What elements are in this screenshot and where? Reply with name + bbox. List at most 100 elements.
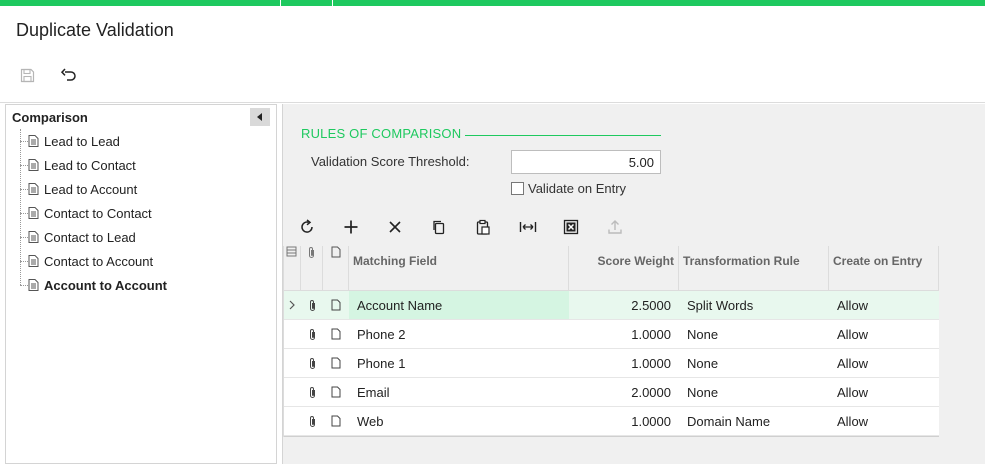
add-icon bbox=[344, 220, 358, 234]
create-on-entry-cell[interactable]: Allow bbox=[829, 320, 939, 348]
matching-field-cell[interactable]: Phone 2 bbox=[349, 320, 569, 348]
validate-on-entry-checkbox[interactable] bbox=[511, 182, 524, 195]
tree-item-label: Account to Account bbox=[44, 277, 168, 293]
matching-field-cell[interactable]: Account Name bbox=[349, 291, 569, 319]
column-header-score-weight[interactable]: Score Weight bbox=[569, 246, 679, 290]
score-weight-cell[interactable]: 2.5000 bbox=[569, 291, 679, 319]
copy-icon bbox=[433, 220, 445, 235]
transformation-rule-cell[interactable]: None bbox=[679, 378, 829, 406]
upload-button[interactable] bbox=[603, 216, 647, 238]
row-selector[interactable] bbox=[283, 349, 301, 377]
grid-body: Account Name 2.5000 Split Words Allow Phone … bbox=[283, 291, 939, 436]
row-note[interactable] bbox=[323, 407, 349, 435]
matching-field-cell[interactable]: Phone 1 bbox=[349, 349, 569, 377]
column-header-matching-field[interactable]: Matching Field bbox=[349, 246, 569, 290]
section-title-underline bbox=[465, 135, 661, 136]
tree-item[interactable]: Lead to Account bbox=[20, 177, 276, 201]
transformation-rule-cell[interactable]: Domain Name bbox=[679, 407, 829, 435]
score-weight-cell[interactable]: 1.0000 bbox=[569, 407, 679, 435]
grid-settings-icon bbox=[286, 246, 297, 257]
transformation-rule-cell[interactable]: None bbox=[679, 349, 829, 377]
row-selector[interactable] bbox=[283, 291, 301, 319]
row-note[interactable] bbox=[323, 349, 349, 377]
transformation-rule-cell[interactable]: Split Words bbox=[679, 291, 829, 319]
tree-connector bbox=[20, 141, 28, 142]
export-excel-button[interactable] bbox=[559, 216, 603, 238]
top-accent-bar bbox=[0, 0, 985, 6]
row-note[interactable] bbox=[323, 378, 349, 406]
score-weight-cell[interactable]: 1.0000 bbox=[569, 320, 679, 348]
column-header-transformation-rule[interactable]: Transformation Rule bbox=[679, 246, 829, 290]
table-row[interactable]: Phone 1 1.0000 None Allow bbox=[283, 349, 939, 378]
section-title: RULES OF COMPARISON bbox=[301, 126, 462, 141]
row-note[interactable] bbox=[323, 320, 349, 348]
tree-item-label: Lead to Contact bbox=[44, 157, 136, 173]
chevron-right-icon bbox=[289, 300, 295, 310]
copy-button[interactable] bbox=[427, 216, 471, 238]
column-header-row-selector[interactable] bbox=[283, 246, 301, 290]
undo-button[interactable] bbox=[58, 64, 80, 86]
table-row[interactable]: Phone 2 1.0000 None Allow bbox=[283, 320, 939, 349]
tree-item[interactable]: Lead to Lead bbox=[20, 129, 276, 153]
threshold-input[interactable] bbox=[511, 150, 661, 174]
row-selector[interactable] bbox=[283, 320, 301, 348]
create-on-entry-cell[interactable]: Allow bbox=[829, 407, 939, 435]
document-icon bbox=[28, 135, 39, 147]
tree-items: Lead to Lead Lead to Contact Lead to Accou… bbox=[6, 129, 276, 297]
row-attachment[interactable] bbox=[301, 291, 323, 319]
collapse-panel-button[interactable] bbox=[250, 108, 270, 126]
create-on-entry-cell[interactable]: Allow bbox=[829, 349, 939, 377]
grid-left-border bbox=[283, 246, 284, 437]
score-weight-cell[interactable]: 1.0000 bbox=[569, 349, 679, 377]
tree-item-label: Lead to Account bbox=[44, 181, 138, 197]
row-note[interactable] bbox=[323, 291, 349, 319]
paperclip-icon bbox=[309, 247, 314, 258]
tree-connector bbox=[20, 285, 28, 286]
create-on-entry-cell[interactable]: Allow bbox=[829, 378, 939, 406]
column-header-notes[interactable] bbox=[323, 246, 349, 290]
paperclip-icon bbox=[309, 415, 315, 427]
header-divider bbox=[0, 102, 985, 103]
paperclip-icon bbox=[309, 386, 315, 398]
row-selector[interactable] bbox=[283, 378, 301, 406]
row-attachment[interactable] bbox=[301, 378, 323, 406]
refresh-button[interactable] bbox=[295, 216, 339, 238]
document-icon bbox=[28, 183, 39, 195]
document-icon bbox=[28, 159, 39, 171]
row-attachment[interactable] bbox=[301, 407, 323, 435]
save-icon bbox=[20, 68, 34, 82]
table-row[interactable]: Email 2.0000 None Allow bbox=[283, 378, 939, 407]
paste-icon bbox=[476, 219, 490, 235]
column-header-attachments[interactable] bbox=[301, 246, 323, 290]
tree-item[interactable]: Contact to Lead bbox=[20, 225, 276, 249]
tree-item[interactable]: Lead to Contact bbox=[20, 153, 276, 177]
note-icon bbox=[331, 357, 341, 369]
matching-field-cell[interactable]: Email bbox=[349, 378, 569, 406]
refresh-icon bbox=[301, 219, 313, 233]
column-header-create-on-entry[interactable]: Create on Entry bbox=[829, 246, 939, 290]
row-selector[interactable] bbox=[283, 407, 301, 435]
page-title: Duplicate Validation bbox=[16, 20, 174, 40]
table-row[interactable]: Web 1.0000 Domain Name Allow bbox=[283, 407, 939, 436]
create-on-entry-cell[interactable]: Allow bbox=[829, 291, 939, 319]
rules-panel: RULES OF COMPARISON Validation Score Thr… bbox=[282, 104, 985, 464]
validate-on-entry-label: Validate on Entry bbox=[528, 181, 627, 196]
row-attachment[interactable] bbox=[301, 320, 323, 348]
row-attachment[interactable] bbox=[301, 349, 323, 377]
tree-item[interactable]: Contact to Account bbox=[20, 249, 276, 273]
score-weight-cell[interactable]: 2.0000 bbox=[569, 378, 679, 406]
save-button[interactable] bbox=[16, 64, 38, 86]
paperclip-icon bbox=[309, 328, 315, 340]
validate-on-entry-row[interactable]: Validate on Entry bbox=[511, 181, 626, 196]
delete-row-button[interactable] bbox=[383, 216, 427, 238]
tree-item-label: Lead to Lead bbox=[44, 133, 120, 149]
fit-to-width-button[interactable] bbox=[515, 216, 559, 238]
tree-header: Comparison bbox=[6, 105, 276, 129]
paste-button[interactable] bbox=[471, 216, 515, 238]
transformation-rule-cell[interactable]: None bbox=[679, 320, 829, 348]
matching-field-cell[interactable]: Web bbox=[349, 407, 569, 435]
table-row[interactable]: Account Name 2.5000 Split Words Allow bbox=[283, 291, 939, 320]
tree-item[interactable]: Contact to Contact bbox=[20, 201, 276, 225]
tree-item[interactable]: Account to Account bbox=[20, 273, 276, 297]
add-row-button[interactable] bbox=[339, 216, 383, 238]
